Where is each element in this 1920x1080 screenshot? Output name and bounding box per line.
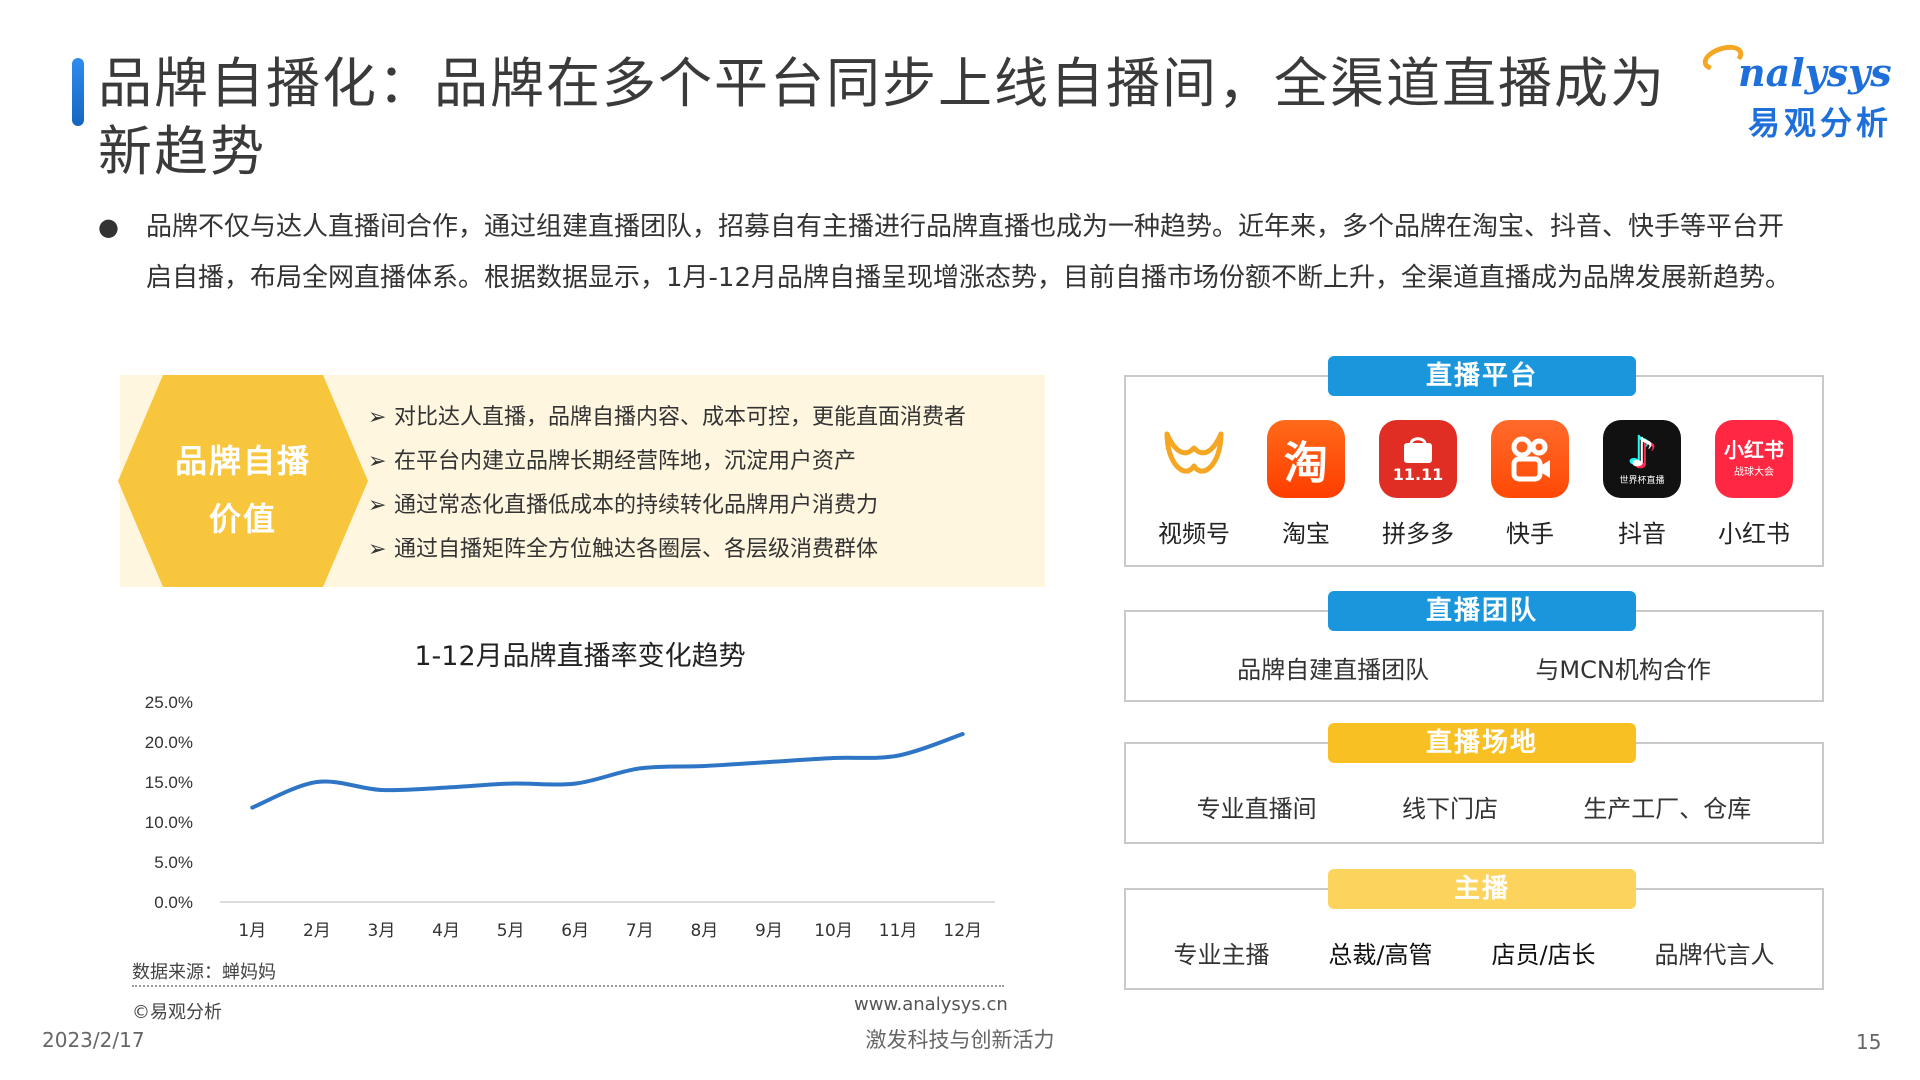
y-tick-label: 0.0% [154,893,193,912]
y-tick-label: 10.0% [145,813,193,832]
value-item: ➢ 对比达人直播，品牌自播内容、成本可控，更能直面消费者 [368,396,1048,440]
value-item: ➢ 通过自播矩阵全方位触达各圈层、各层级消费群体 [368,528,1048,572]
host-item: 品牌代言人 [1654,941,1775,969]
taobao-glyph: 淘 [1284,438,1328,489]
team-header: 直播团队 [1328,591,1636,631]
value-label-line2: 价值 [208,500,277,538]
host-item: 专业主播 [1173,941,1270,969]
value-item-text: 在平台内建立品牌长期经营阵地，沉淀用户资产 [394,449,857,474]
arrow-bullet-icon: ➢ [368,493,387,518]
kuaishou-icon [1491,420,1569,498]
venue-item: 线下门店 [1401,795,1498,823]
pinduoduo-glyph: 11.11 [1392,464,1444,484]
x-tick-label: 2月 [303,921,331,941]
bullet-icon: ● [98,213,119,241]
team-item: 与MCN机构合作 [1535,656,1711,684]
platform-label: 拼多多 [1382,520,1454,548]
pinduoduo-icon: 11.11 [1379,420,1457,498]
venue-header: 直播场地 [1328,723,1636,763]
host-list: 专业主播 总裁/高管 店员/店长 品牌代言人 [1124,935,1824,970]
data-source: 数据来源：蝉妈妈 [132,962,276,983]
logo-text-en: nalysys [1738,50,1892,95]
value-hexagon-label: 品牌自播 价值 [118,432,368,548]
host-item: 总裁/高管 [1328,941,1433,969]
arrow-bullet-icon: ➢ [368,449,387,474]
x-tick-label: 7月 [626,921,654,941]
douyin-subtext: 世界杯直播 [1619,476,1665,486]
platform-label: 小红书 [1718,520,1790,548]
footer-divider [132,985,1004,987]
x-tick-label: 3月 [368,921,396,941]
x-tick-label: 10月 [814,921,853,941]
venue-item: 生产工厂、仓库 [1583,795,1752,823]
arrow-bullet-icon: ➢ [368,537,387,562]
x-tick-label: 9月 [755,921,783,941]
xiaohongshu-icon: 小红书 战球大会 [1715,420,1793,498]
value-item-text: 对比达人直播，品牌自播内容、成本可控，更能直面消费者 [394,405,967,430]
pdd-bag-icon [1404,436,1432,463]
page-number: 15 [1856,1030,1882,1054]
title-accent-bar [72,58,84,126]
platform-label: 快手 [1506,520,1554,548]
xiaohongshu-subtext: 战球大会 [1734,467,1774,478]
intro-paragraph: ● 品牌不仅与达人直播间合作，通过组建直播团队，招募自有主播进行品牌直播也成为一… [98,202,1798,304]
y-tick-label: 25.0% [145,693,193,712]
value-item: ➢ 通过常态化直播低成本的持续转化品牌用户消费力 [368,484,1048,528]
y-tick-label: 5.0% [154,853,193,872]
kuaishou-camera-icon [1511,436,1550,482]
platform-item: 淘 淘宝 [1256,420,1356,549]
intro-text: 品牌不仅与达人直播间合作，通过组建直播团队，招募自有主播进行品牌直播也成为一种趋… [146,212,1792,293]
platform-item: 11.11 拼多多 [1368,420,1468,549]
x-tick-label: 8月 [690,921,718,941]
douyin-icon: ♪ 世界杯直播 [1603,420,1681,498]
venue-list: 专业直播间 线下门店 生产工厂、仓库 [1124,789,1824,824]
value-item-text: 通过常态化直播低成本的持续转化品牌用户消费力 [394,493,879,518]
x-tick-label: 6月 [561,921,589,941]
x-tick-label: 11月 [879,921,918,941]
value-label-line1: 品牌自播 [174,442,311,480]
x-tick-label: 5月 [497,921,525,941]
team-list: 品牌自建直播团队 与MCN机构合作 [1124,650,1824,685]
series-line [250,732,965,810]
x-tick-label: 1月 [238,921,266,941]
platform-item: 快手 [1480,420,1580,549]
team-item: 品牌自建直播团队 [1237,656,1430,684]
platform-item: 小红书 战球大会 小红书 [1704,420,1804,549]
douyin-glyph: ♪ [1629,430,1655,476]
value-list: ➢ 对比达人直播，品牌自播内容、成本可控，更能直面消费者 ➢ 在平台内建立品牌长期经… [368,396,1048,572]
wechat-channels-icon [1155,420,1233,498]
value-item-text: 通过自播矩阵全方位触达各圈层、各层级消费群体 [394,537,879,562]
y-tick-label: 15.0% [145,773,193,792]
value-item: ➢ 在平台内建立品牌长期经营阵地，沉淀用户资产 [368,440,1048,484]
page-title: 品牌自播化：品牌在多个平台同步上线自播间，全渠道直播成为新趋势 [98,52,1666,183]
copyright: ©易观分析 [132,1002,222,1023]
platform-label: 淘宝 [1282,520,1330,548]
x-tick-label: 12月 [943,921,982,941]
footer-slogan: 激发科技与创新活力 [865,1028,1055,1052]
arrow-bullet-icon: ➢ [368,405,387,430]
platform-label: 抖音 [1618,520,1666,548]
chart-title: 1-12月品牌直播率变化趋势 [414,641,746,672]
line-chart: 0.0% 5.0% 10.0% 15.0% 20.0% 25.0% 1月 2月 3月 4月 5月 6月… [145,693,995,941]
analysys-logo: nalysys 易观分析 [1699,40,1902,142]
logo-text-cn: 易观分析 [1748,104,1893,142]
platform-label: 视频号 [1158,520,1230,548]
xiaohongshu-glyph: 小红书 [1724,438,1784,462]
host-header: 主播 [1328,869,1636,909]
butterfly-icon [1164,431,1224,474]
taobao-icon: 淘 [1267,420,1345,498]
y-tick-label: 20.0% [145,733,193,752]
x-tick-label: 4月 [432,921,460,941]
platform-list: 视频号 淘 淘宝 11.11 拼多多 快手 ♪ 世界杯直播 抖音 小红书 战球大… [1124,420,1824,549]
platform-item: ♪ 世界杯直播 抖音 [1592,420,1692,549]
website-url: www.analysys.cn [854,994,1008,1015]
host-item: 店员/店长 [1491,941,1596,969]
platform-item: 视频号 [1144,420,1244,549]
platforms-header: 直播平台 [1328,356,1636,396]
venue-item: 专业直播间 [1196,795,1317,823]
